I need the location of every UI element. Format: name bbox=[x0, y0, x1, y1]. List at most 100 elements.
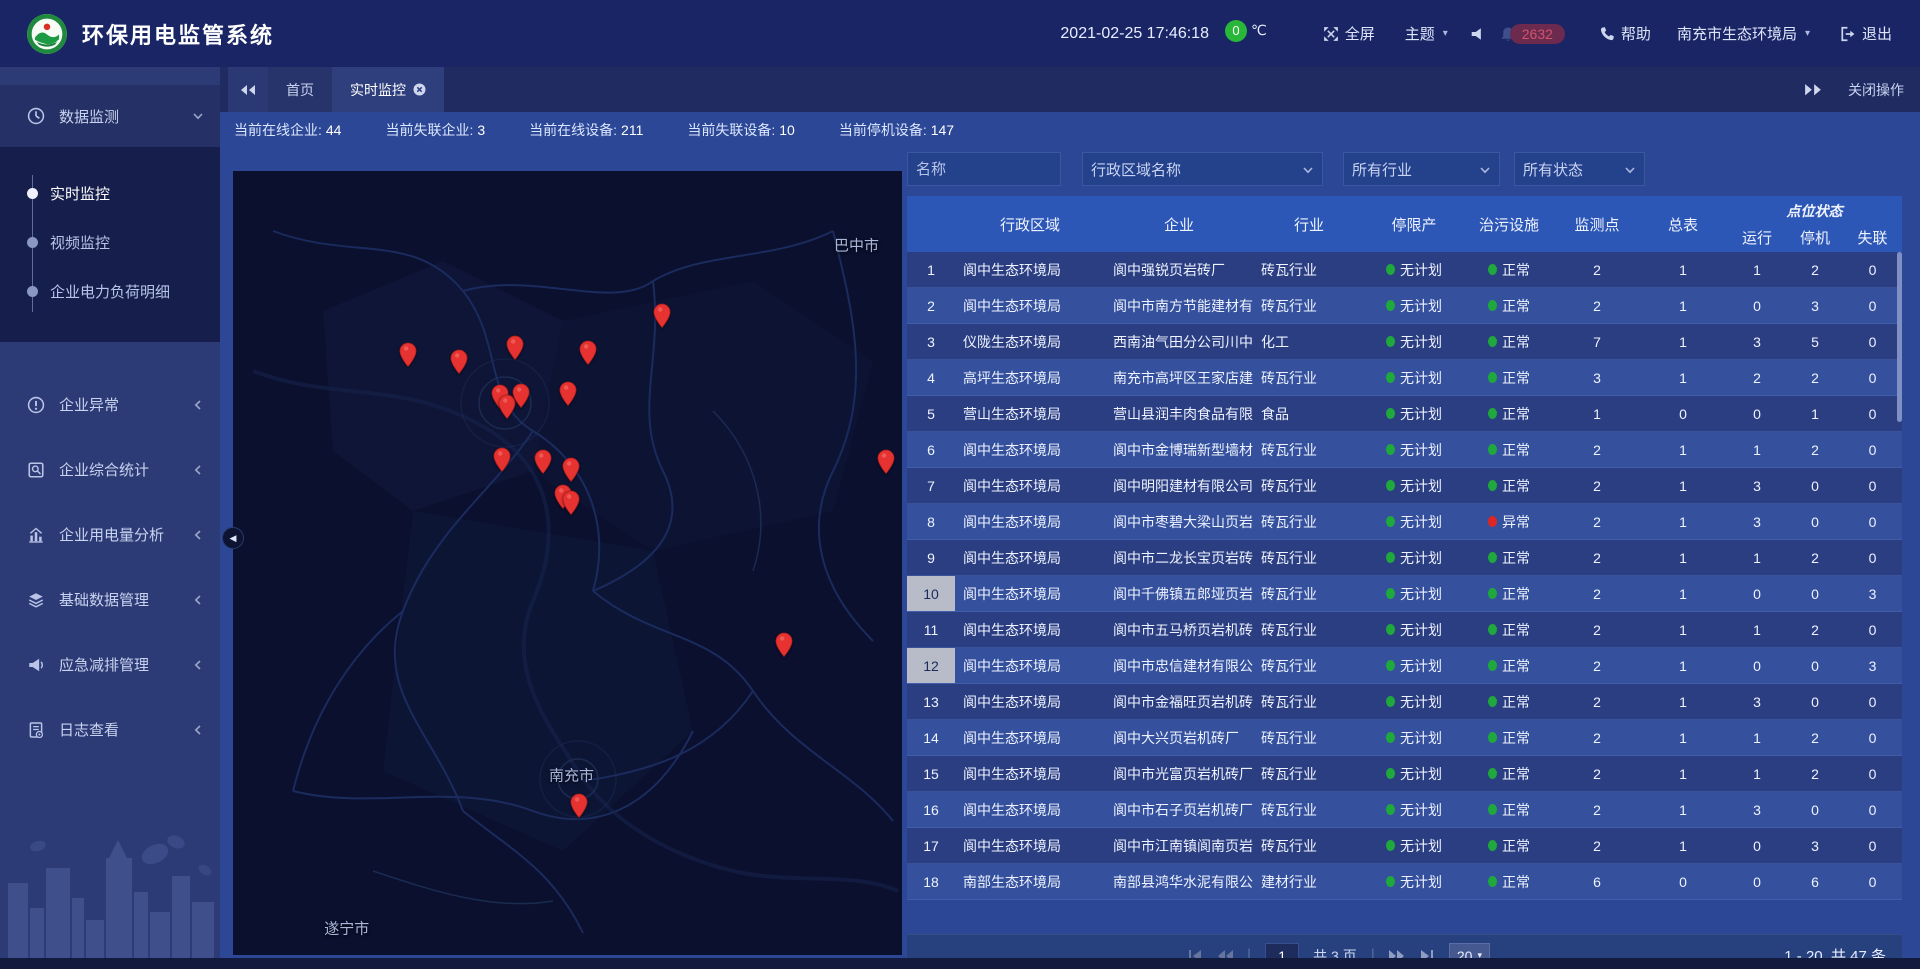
help-button[interactable]: 帮助 bbox=[1599, 23, 1651, 44]
cell-company: 阆中市五马桥页岩机砖 bbox=[1105, 612, 1253, 647]
table-row[interactable]: 1阆中生态环境局阆中强锐页岩砖厂砖瓦行业无计划正常21120 bbox=[907, 252, 1902, 288]
table-row[interactable]: 3仪陇生态环境局西南油气田分公司川中化工无计划正常71350 bbox=[907, 324, 1902, 360]
cell-industry: 化工 bbox=[1253, 324, 1365, 359]
org-dropdown[interactable]: 南充市生态环境局▾ bbox=[1677, 23, 1810, 44]
name-filter-input[interactable] bbox=[907, 152, 1061, 186]
table-row[interactable]: 15阆中生态环境局阆中市光富页岩机砖厂砖瓦行业无计划正常21120 bbox=[907, 756, 1902, 792]
map-pin-icon[interactable] bbox=[506, 335, 524, 360]
map-pin-icon[interactable] bbox=[570, 793, 588, 818]
main-area: 首页实时监控 关闭操作 当前在线企业:44当前失联企业:3当前在线设备:211当… bbox=[220, 67, 1920, 958]
sidebar-item-emergency-reduction[interactable]: 应急减排管理 bbox=[0, 632, 220, 697]
cell-production-limit: 无计划 bbox=[1365, 252, 1463, 287]
map-pin-icon[interactable] bbox=[399, 342, 417, 367]
map-pin-icon[interactable] bbox=[579, 340, 597, 365]
status-filter-select[interactable]: 所有状态 bbox=[1514, 152, 1645, 186]
sidebar-item-enterprise-statistics[interactable]: 企业综合统计 bbox=[0, 437, 220, 502]
cell-total-meters: 1 bbox=[1639, 324, 1727, 359]
map-pin-icon[interactable] bbox=[512, 383, 530, 408]
bullet-icon bbox=[27, 237, 38, 248]
col-header-1: 企业 bbox=[1105, 196, 1253, 252]
map-pin-icon[interactable] bbox=[562, 490, 580, 515]
sidebar-item-power-usage-analysis[interactable]: 企业用电量分析 bbox=[0, 502, 220, 567]
sidebar-item-realtime-monitoring[interactable]: 实时监控 bbox=[0, 169, 220, 218]
table-row[interactable]: 2阆中生态环境局阆中市南方节能建材有砖瓦行业无计划正常21030 bbox=[907, 288, 1902, 324]
table-row[interactable]: 4高坪生态环境局南充市高坪区王家店建砖瓦行业无计划正常31220 bbox=[907, 360, 1902, 396]
table-row[interactable]: 16阆中生态环境局阆中市石子页岩机砖厂砖瓦行业无计划正常21300 bbox=[907, 792, 1902, 828]
table-scrollbar[interactable] bbox=[1897, 252, 1902, 422]
table-row[interactable]: 5营山生态环境局营山县润丰肉食品有限食品无计划正常10010 bbox=[907, 396, 1902, 432]
status-dot-icon bbox=[1386, 336, 1395, 347]
table-row[interactable]: 8阆中生态环境局阆中市枣碧大梁山页岩砖瓦行业无计划异常21300 bbox=[907, 504, 1902, 540]
map-pin-icon[interactable] bbox=[559, 381, 577, 406]
cell-total-meters: 1 bbox=[1639, 252, 1727, 287]
map-pin-icon[interactable] bbox=[775, 632, 793, 657]
tab-home[interactable]: 首页 bbox=[268, 67, 332, 112]
table-row[interactable]: 11阆中生态环境局阆中市五马桥页岩机砖砖瓦行业无计划正常21120 bbox=[907, 612, 1902, 648]
tab-close-icon[interactable] bbox=[413, 83, 426, 96]
status-dot-icon bbox=[1488, 876, 1497, 887]
sidebar-item-power-load-detail[interactable]: 企业电力负荷明细 bbox=[0, 267, 220, 316]
map-panel[interactable]: 巴中市南充市遂宁市 ◀ bbox=[233, 171, 902, 955]
col-header-5: 监测点 bbox=[1555, 196, 1639, 252]
cell-production-limit: 无计划 bbox=[1365, 288, 1463, 323]
map-pin-icon[interactable] bbox=[653, 303, 671, 328]
cell-region: 阆中生态环境局 bbox=[955, 252, 1105, 287]
map-pin-icon[interactable] bbox=[562, 458, 580, 483]
sidebar-item-label: 日志查看 bbox=[59, 719, 119, 740]
table-row[interactable]: 12阆中生态环境局阆中市忠信建材有限公砖瓦行业无计划正常21003 bbox=[907, 648, 1902, 684]
app-window: 环保用电监管系统 2021-02-25 17:46:18 0 ℃ 全屏 主题▾ … bbox=[0, 0, 1920, 969]
map-pin-icon[interactable] bbox=[450, 349, 468, 374]
table-row[interactable]: 13阆中生态环境局阆中市金福旺页岩机砖砖瓦行业无计划正常21300 bbox=[907, 684, 1902, 720]
table-body: 1阆中生态环境局阆中强锐页岩砖厂砖瓦行业无计划正常211202阆中生态环境局阆中… bbox=[907, 252, 1902, 934]
chevron-down-icon bbox=[1302, 163, 1314, 175]
fullscreen-button[interactable]: 全屏 bbox=[1323, 23, 1375, 44]
name-filter-input-field[interactable] bbox=[916, 161, 1052, 178]
sidebar-collapse-handle[interactable]: ◀ bbox=[222, 527, 244, 549]
cell-industry: 砖瓦行业 bbox=[1253, 252, 1365, 287]
tab-realtime-monitoring[interactable]: 实时监控 bbox=[332, 67, 444, 112]
map-pin-icon[interactable] bbox=[877, 450, 895, 475]
sidebar-item-enterprise-abnormal[interactable]: 企业异常 bbox=[0, 372, 220, 437]
sidebar-item-data-monitoring[interactable]: 数据监测 bbox=[0, 85, 220, 147]
cell-lost: 0 bbox=[1843, 324, 1902, 359]
cell-running: 2 bbox=[1727, 360, 1787, 395]
table-row[interactable]: 7阆中生态环境局阆中明阳建材有限公司砖瓦行业无计划正常21300 bbox=[907, 468, 1902, 504]
cell-production-limit: 无计划 bbox=[1365, 648, 1463, 683]
caret-down-icon: ▾ bbox=[1805, 28, 1810, 39]
industry-filter-select[interactable]: 所有行业 bbox=[1343, 152, 1500, 186]
cell-monitor-points: 2 bbox=[1555, 720, 1639, 755]
table-row[interactable]: 14阆中生态环境局阆中大兴页岩机砖厂砖瓦行业无计划正常21120 bbox=[907, 720, 1902, 756]
cell-company: 阆中市光富页岩机砖厂 bbox=[1105, 756, 1253, 791]
col-row-number bbox=[907, 196, 955, 252]
logout-button[interactable]: 退出 bbox=[1840, 23, 1892, 44]
map-pin-icon[interactable] bbox=[534, 450, 552, 475]
table-row[interactable]: 18南部生态环境局南部县鸿华水泥有限公建材行业无计划正常60060 bbox=[907, 864, 1902, 900]
status-stat: 当前失联设备:10 bbox=[687, 120, 794, 140]
cell-production-limit: 无计划 bbox=[1365, 324, 1463, 359]
cell-row-number: 7 bbox=[907, 468, 955, 503]
status-dot-icon bbox=[1488, 264, 1497, 275]
tabs-scroll-right-button[interactable] bbox=[1804, 83, 1822, 96]
cell-region: 营山生态环境局 bbox=[955, 396, 1105, 431]
sidebar-item-video-monitoring[interactable]: 视频监控 bbox=[0, 218, 220, 267]
region-filter-select[interactable]: 行政区域名称 bbox=[1082, 152, 1323, 186]
table-row[interactable]: 9阆中生态环境局阆中市二龙长宝页岩砖砖瓦行业无计划正常21120 bbox=[907, 540, 1902, 576]
chevron-down-icon bbox=[1479, 163, 1491, 175]
tabs-scroll-left-button[interactable] bbox=[228, 67, 268, 112]
cell-running: 1 bbox=[1727, 432, 1787, 467]
theme-dropdown[interactable]: 主题▾ bbox=[1405, 23, 1448, 44]
cell-industry: 砖瓦行业 bbox=[1253, 432, 1365, 467]
status-dot-icon bbox=[1488, 804, 1497, 815]
table-row[interactable]: 17阆中生态环境局阆中市江南镇阆南页岩砖瓦行业无计划正常21030 bbox=[907, 828, 1902, 864]
table-row[interactable]: 6阆中生态环境局阆中市金博瑞新型墙材砖瓦行业无计划正常21120 bbox=[907, 432, 1902, 468]
notification-button[interactable]: 2632 bbox=[1500, 24, 1565, 44]
sidebar-item-log-view[interactable]: 日志查看 bbox=[0, 697, 220, 762]
table-row[interactable]: 10阆中生态环境局阆中千佛镇五郎垭页岩砖瓦行业无计划正常21003 bbox=[907, 576, 1902, 612]
cell-production-limit: 无计划 bbox=[1365, 792, 1463, 827]
status-dot-icon bbox=[1488, 660, 1497, 671]
cell-total-meters: 1 bbox=[1639, 360, 1727, 395]
sidebar-item-base-data-management[interactable]: 基础数据管理 bbox=[0, 567, 220, 632]
map-pin-icon[interactable] bbox=[493, 447, 511, 472]
close-operations-button[interactable]: 关闭操作 bbox=[1848, 80, 1904, 100]
mute-button[interactable] bbox=[1470, 26, 1486, 42]
